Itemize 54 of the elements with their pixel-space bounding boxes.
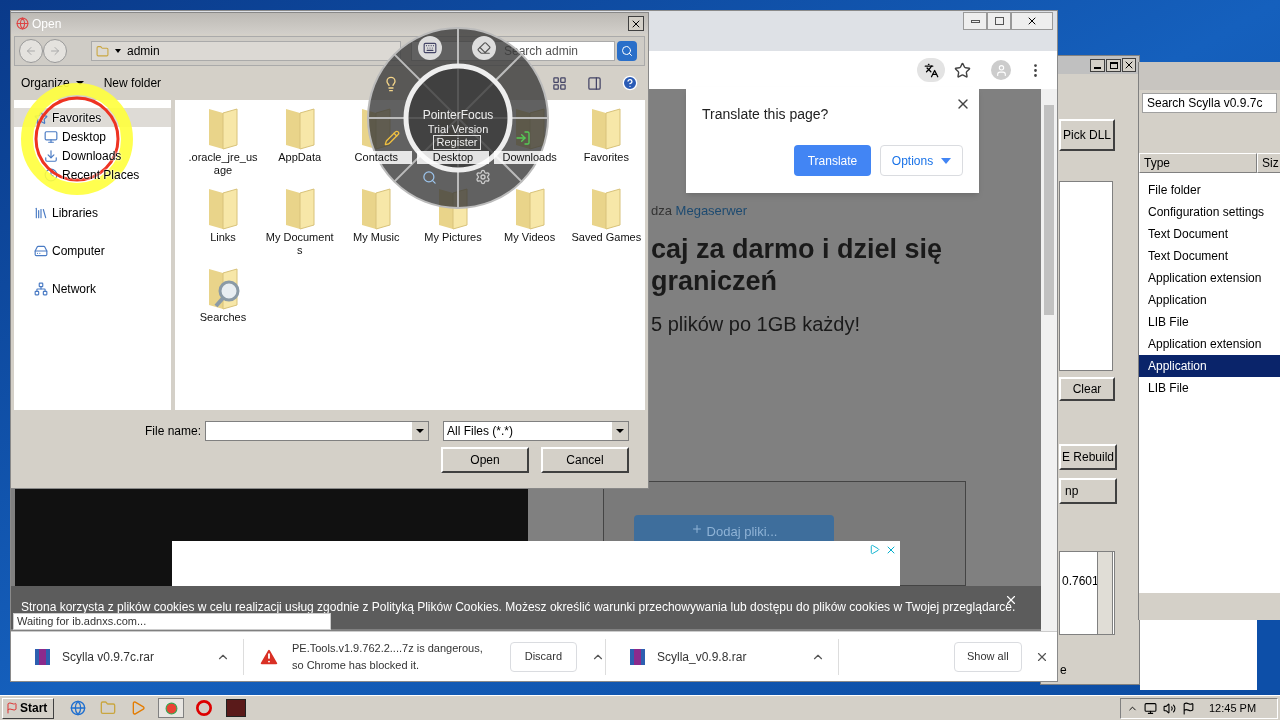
- trial-label: Trial Version: [426, 122, 490, 137]
- start-button[interactable]: Start: [2, 697, 54, 719]
- list-row[interactable]: Application: [1139, 355, 1280, 377]
- page-heading: graniczeń: [651, 265, 778, 297]
- download-item[interactable]: Scylla v0.9.7c.rar: [62, 647, 202, 666]
- cookie-notice: Strona korzysta z plików cookies w celu realizacji usług zgodnie z Polityką Plików Cookies. Możesz określić warunki przechowywania lub dostępu do plików cookies w Twojej przeglądarce.: [21, 600, 1016, 614]
- byline-text: dza: [651, 203, 673, 218]
- push-button[interactable]: Clear: [1059, 377, 1115, 401]
- list-row[interactable]: LIB File: [1139, 377, 1280, 399]
- list-row[interactable]: Application extension: [1139, 333, 1280, 355]
- options-button[interactable]: Options: [880, 145, 963, 176]
- file-item-label[interactable]: .oracle_jre_usage: [187, 151, 259, 177]
- toolbar-button[interactable]: Organize: [21, 74, 84, 92]
- nav-item[interactable]: Desktop: [14, 127, 171, 146]
- address-field[interactable]: admin: [91, 41, 401, 61]
- nav-item[interactable]: Network: [14, 279, 171, 298]
- list-row[interactable]: LIB File: [1139, 311, 1280, 333]
- list-row[interactable]: Application extension: [1139, 267, 1280, 289]
- push-button[interactable]: Open: [441, 447, 529, 473]
- list-row[interactable]: Application: [1139, 289, 1280, 311]
- page-heading: caj za darmo i dziel się: [651, 233, 943, 265]
- nav-item[interactable]: Computer: [14, 241, 171, 260]
- push-button[interactable]: Pick DLL: [1059, 119, 1115, 151]
- push-button[interactable]: E Rebuild: [1059, 444, 1117, 470]
- status-text: Waiting for ib.adnxs.com...: [13, 613, 331, 630]
- product-name: PointerFocus: [421, 107, 495, 124]
- list-row[interactable]: Text Document: [1139, 245, 1280, 267]
- list-row[interactable]: Configuration settings: [1139, 201, 1280, 223]
- push-button[interactable]: Cancel: [541, 447, 629, 473]
- clock: 12:45 PM: [1209, 700, 1257, 716]
- search-field[interactable]: Search Scylla v0.9.7c: [1142, 93, 1277, 113]
- translate-button[interactable]: Translate: [794, 145, 871, 176]
- window-title: Open: [32, 15, 62, 33]
- nav-item[interactable]: Libraries: [14, 203, 171, 222]
- log-text: 0.7601: [1062, 573, 1099, 590]
- list-row[interactable]: Text Document: [1139, 223, 1280, 245]
- toolbar-button[interactable]: New folder: [103, 74, 162, 92]
- download-warning: PE.Tools.v1.9.762.2....7z is dangerous, so Chrome has blocked it.: [291, 640, 484, 673]
- file-item-label[interactable]: Saved Games: [570, 231, 643, 244]
- popup-title: Translate this page?: [702, 105, 829, 124]
- field-label: File name:: [145, 423, 202, 440]
- show-all-button[interactable]: Show all: [954, 641, 1022, 672]
- page-subheading: 5 plików po 1GB każdy!: [651, 312, 860, 337]
- push-button[interactable]: np: [1059, 478, 1117, 504]
- discard-button[interactable]: Discard: [509, 641, 577, 672]
- file-item-label[interactable]: My Documents: [263, 231, 336, 257]
- column-header[interactable]: Siz: [1257, 153, 1280, 173]
- register-button[interactable]: Register: [433, 135, 481, 150]
- list-row[interactable]: File folder: [1139, 179, 1280, 201]
- file-type-dropdown[interactable]: All Files (*.*): [443, 421, 630, 441]
- download-item[interactable]: Scylla_v0.9.8.rar: [657, 647, 797, 666]
- status-text: e: [1060, 662, 1067, 679]
- column-header[interactable]: Type: [1139, 153, 1257, 173]
- file-item-label[interactable]: Desktop: [417, 151, 489, 164]
